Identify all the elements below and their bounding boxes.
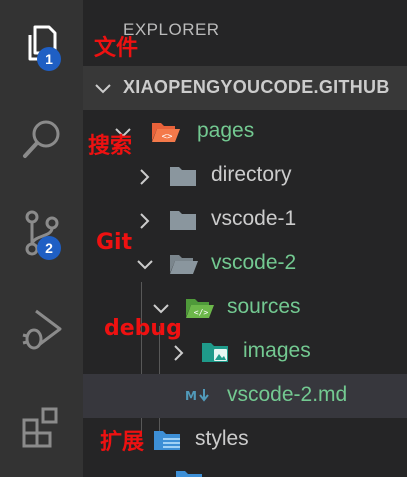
source-control-activity-button[interactable]: 2 [0, 200, 83, 266]
chevron-right-icon [174, 345, 184, 361]
tree-item-label: directory [211, 163, 292, 186]
search-activity-button[interactable] [0, 106, 83, 172]
workspace-root-label: XIAOPENGYOUCODE.GITHUB [123, 77, 390, 97]
annotation-git: Git [96, 230, 133, 255]
tree-item-directory[interactable]: directory [83, 154, 407, 198]
tree-item-partial[interactable] [83, 462, 407, 477]
annotation-extensions: 扩展 [100, 430, 145, 455]
markdown-icon: M [185, 389, 209, 403]
explorer-activity-button[interactable]: 1 [0, 10, 83, 76]
source-control-badge: 2 [37, 236, 61, 260]
extensions-activity-button[interactable] [0, 395, 83, 461]
tree-item-label: vscode-2 [211, 251, 297, 274]
folder-open-icon: </> [186, 299, 214, 318]
tree-item-label: vscode-1 [211, 207, 297, 230]
explorer-badge: 1 [37, 47, 61, 71]
chevron-right-icon [140, 169, 150, 185]
folder-icon [176, 471, 202, 477]
tree-item-vscode-2-md[interactable]: M vscode-2.md [83, 374, 407, 418]
tree-item-label: vscode-2.md [227, 383, 348, 406]
svg-text:M: M [185, 389, 197, 403]
extensions-icon [22, 407, 57, 448]
svg-text:<>: <> [162, 132, 173, 142]
folder-icon [170, 211, 196, 230]
workspace-root-header[interactable]: XIAOPENGYOUCODE.GITHUB [83, 66, 407, 110]
chevron-right-icon [140, 213, 150, 229]
tree-item-label: styles [195, 427, 249, 450]
activity-bar: 1 2 [0, 0, 83, 477]
svg-text:</>: </> [194, 308, 209, 317]
tree-item-label: pages [197, 119, 255, 142]
run-debug-activity-button[interactable] [0, 296, 83, 362]
image-folder-icon [202, 343, 228, 362]
folder-icon [170, 167, 196, 186]
annotation-debug: debug [104, 316, 182, 341]
folder-open-icon: <> [152, 123, 180, 142]
chevron-down-icon [137, 260, 153, 270]
folder-open-icon [170, 255, 198, 274]
tree-item-label: images [243, 339, 311, 362]
chevron-down-icon [95, 84, 111, 94]
annotation-search: 搜索 [88, 134, 133, 159]
search-icon [22, 120, 59, 158]
annotation-files: 文件 [94, 36, 139, 61]
tree-item-label: sources [227, 295, 301, 318]
css-folder-icon [154, 431, 180, 450]
run-debug-icon [22, 309, 61, 350]
